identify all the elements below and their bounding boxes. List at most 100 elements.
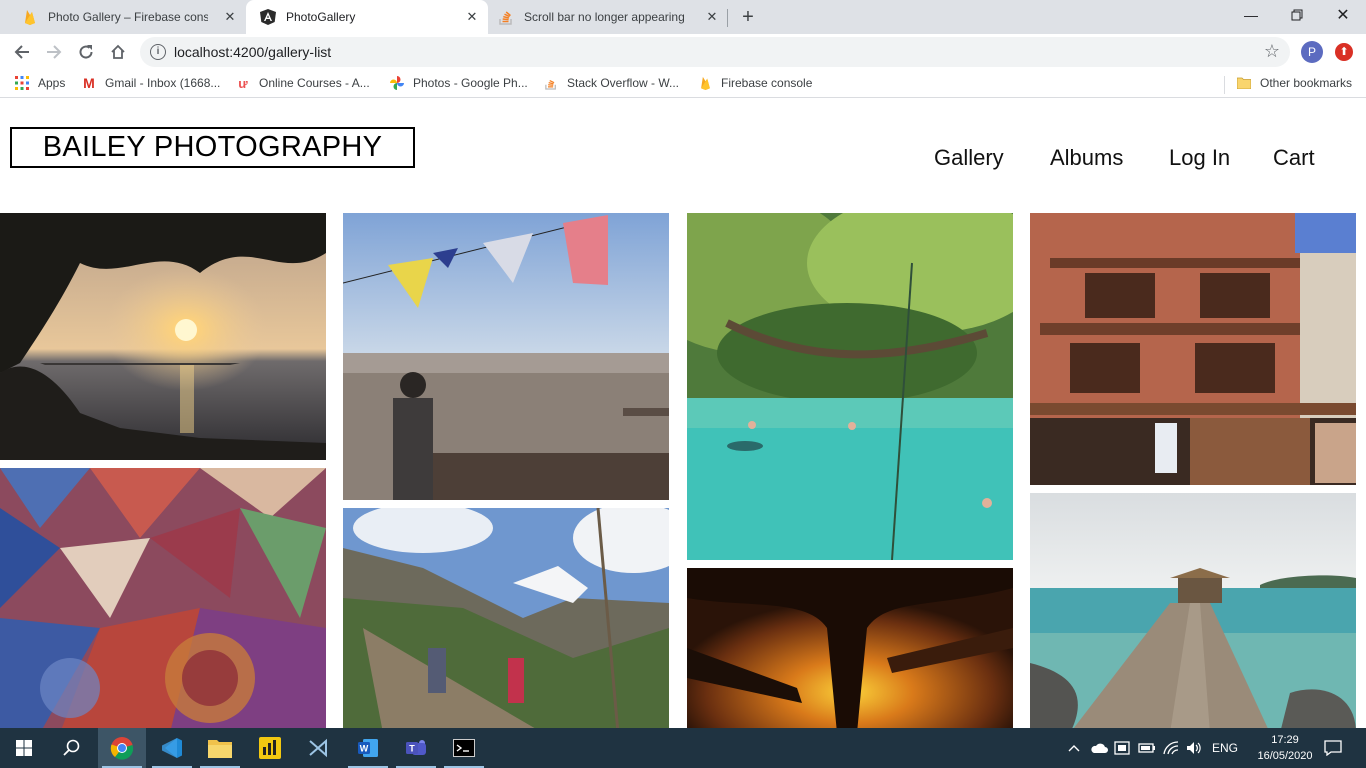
reload-button[interactable]	[72, 38, 100, 66]
home-button[interactable]	[104, 38, 132, 66]
onedrive-icon[interactable]	[1090, 728, 1108, 768]
bookmark-label: Photos - Google Ph...	[413, 76, 528, 90]
start-button[interactable]	[0, 728, 48, 768]
bookmark-star-icon[interactable]: ☆	[1264, 41, 1280, 62]
bookmark-label: Other bookmarks	[1260, 76, 1353, 90]
close-window-button[interactable]: ✕	[1320, 0, 1366, 30]
action-icon[interactable]	[1114, 728, 1130, 768]
stackoverflow-icon	[544, 76, 558, 90]
power-bi-icon	[259, 737, 281, 759]
nav-albums[interactable]: Albums	[1050, 145, 1123, 171]
new-tab-button[interactable]: +	[737, 6, 759, 28]
profile-avatar[interactable]: P	[1301, 41, 1323, 63]
address-bar[interactable]: i localhost:4200/gallery-list ☆	[140, 37, 1290, 67]
firebase-icon	[22, 9, 38, 25]
teams-icon: T	[406, 740, 426, 755]
gallery-photo-prayer-flags[interactable]	[343, 213, 669, 500]
windows-taskbar: W T ENG 17:29 16/05/2020	[0, 728, 1366, 768]
close-tab-icon[interactable]: ✕	[704, 9, 720, 25]
site-info-icon[interactable]: i	[150, 44, 166, 60]
bookmark-label: Apps	[38, 76, 66, 90]
firebase-icon	[698, 76, 712, 90]
nav-log-in[interactable]: Log In	[1169, 145, 1230, 171]
word-icon: W	[358, 739, 378, 757]
bookmark-label: Gmail - Inbox (1668...	[105, 76, 221, 90]
forward-arrow-icon	[47, 45, 62, 59]
udemy-icon: ư	[238, 75, 248, 91]
terminal-icon	[453, 739, 475, 757]
bookmarks-bar: Apps M Gmail - Inbox (1668... ư Online C…	[0, 70, 1366, 98]
bookmark-online-courses[interactable]: ư Online Courses - A...	[236, 75, 370, 91]
forward-button[interactable]	[40, 38, 68, 66]
taskbar-vscode[interactable]	[148, 728, 196, 768]
bookmark-google-photos[interactable]: Photos - Google Ph...	[390, 76, 528, 90]
bookmark-label: Online Courses - A...	[259, 76, 370, 90]
bookmark-stackoverflow[interactable]: Stack Overflow - W...	[544, 76, 679, 90]
clock[interactable]: 17:29 16/05/2020	[1255, 732, 1315, 764]
clock-time: 17:29	[1271, 734, 1299, 746]
tab-firebase-console[interactable]: Photo Gallery – Firebase console ✕	[0, 0, 246, 34]
website-viewport: BAILEY PHOTOGRAPHY Gallery Albums Log In…	[0, 103, 1366, 728]
notification-icon	[1324, 740, 1342, 756]
gallery-photo-blue-lagoon[interactable]	[687, 213, 1013, 560]
google-photos-icon	[390, 76, 404, 90]
bookmark-firebase[interactable]: Firebase console	[698, 76, 812, 90]
taskbar-power-bi[interactable]	[246, 728, 294, 768]
restore-button[interactable]	[1274, 0, 1320, 30]
home-icon	[111, 44, 125, 59]
battery-icon[interactable]	[1138, 728, 1156, 768]
search-icon	[63, 739, 80, 756]
back-button[interactable]	[8, 38, 36, 66]
close-tab-icon[interactable]: ✕	[464, 9, 480, 25]
extension-icon[interactable]: ⬆	[1335, 43, 1353, 61]
tab-separator	[727, 9, 728, 27]
windows-logo-icon	[16, 740, 32, 756]
taskbar-visual-studio[interactable]	[294, 728, 342, 768]
url-text: localhost:4200/gallery-list	[174, 44, 332, 60]
taskbar-file-explorer[interactable]	[196, 728, 244, 768]
tab-title: Photo Gallery – Firebase console	[48, 10, 208, 24]
show-hidden-icons[interactable]	[1068, 728, 1080, 768]
brand-logo[interactable]: BAILEY PHOTOGRAPHY	[10, 127, 415, 168]
stackoverflow-icon	[498, 9, 514, 25]
bookmark-gmail[interactable]: M Gmail - Inbox (1668...	[82, 75, 221, 91]
apps-grid-icon	[15, 76, 29, 90]
app-icon	[309, 738, 327, 758]
wifi-icon[interactable]	[1163, 728, 1179, 768]
gmail-icon: M	[83, 75, 95, 91]
search-button[interactable]	[48, 728, 96, 768]
taskbar-word[interactable]: W	[344, 728, 392, 768]
nav-cart[interactable]: Cart	[1273, 145, 1315, 171]
tab-title: Scroll bar no longer appearing -	[524, 10, 684, 24]
tab-stackoverflow[interactable]: Scroll bar no longer appearing - ✕	[488, 0, 728, 34]
folder-icon	[208, 740, 232, 758]
gallery-photo-fabric[interactable]	[0, 468, 326, 728]
language-indicator[interactable]: ENG	[1212, 728, 1238, 768]
nav-gallery[interactable]: Gallery	[934, 145, 1004, 171]
taskbar-teams[interactable]: T	[392, 728, 440, 768]
tab-photogallery[interactable]: PhotoGallery ✕	[246, 0, 488, 34]
restore-icon	[1291, 9, 1303, 21]
close-tab-icon[interactable]: ✕	[222, 9, 238, 25]
taskbar-chrome[interactable]	[98, 728, 146, 768]
gallery-photo-mountain-trail[interactable]	[343, 508, 669, 728]
gallery-photo-cave[interactable]	[687, 568, 1013, 728]
chrome-icon	[110, 737, 134, 760]
gallery-photo-sunset[interactable]	[0, 213, 326, 460]
svg-text:W: W	[360, 744, 369, 754]
chevron-up-icon	[1068, 745, 1080, 752]
bookmark-label: Firebase console	[721, 76, 813, 90]
gallery-photo-wooden-pier[interactable]	[1030, 493, 1356, 728]
gallery-photo-red-building[interactable]	[1030, 213, 1356, 485]
reload-icon	[79, 45, 93, 59]
bookmarks-separator	[1224, 76, 1225, 94]
minimize-button[interactable]: —	[1228, 0, 1274, 30]
vscode-icon	[162, 738, 182, 758]
notifications-button[interactable]	[1324, 728, 1342, 768]
tab-title: PhotoGallery	[286, 10, 356, 24]
volume-icon[interactable]	[1186, 728, 1202, 768]
folder-icon	[1237, 76, 1251, 90]
taskbar-terminal[interactable]	[440, 728, 488, 768]
other-bookmarks[interactable]: Other bookmarks	[1237, 76, 1352, 90]
bookmark-apps[interactable]: Apps	[15, 76, 65, 90]
